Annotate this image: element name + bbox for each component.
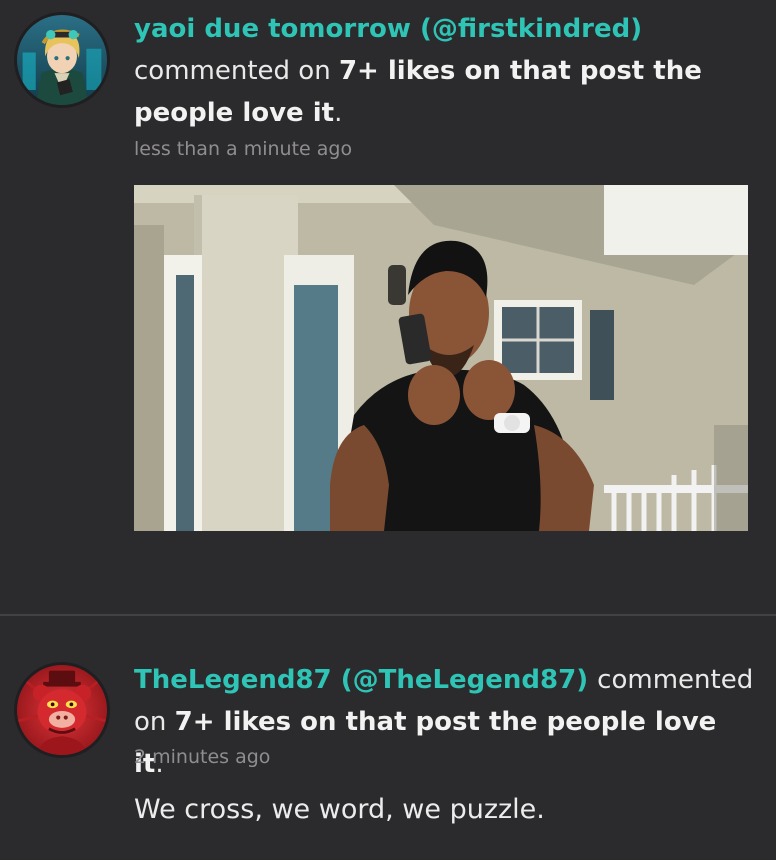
activity-description: yaoi due tomorrow (@firstkindred) commen… bbox=[134, 8, 754, 134]
username-link[interactable]: TheLegend87 (@TheLegend87) bbox=[134, 665, 597, 695]
activity-action: commented on bbox=[134, 56, 331, 86]
activity-timestamp[interactable]: 2 minutes ago bbox=[134, 746, 270, 768]
user-handle: (@firstkindred) bbox=[419, 14, 643, 44]
user-avatar-thelegend87[interactable] bbox=[14, 662, 110, 758]
red-bear-avatar-icon bbox=[17, 665, 107, 755]
gif-image bbox=[134, 185, 748, 531]
post-title-link[interactable]: 7+ likes on that post the people love it bbox=[134, 707, 716, 779]
display-name: TheLegend87 bbox=[134, 665, 332, 695]
username-link[interactable]: yaoi due tomorrow (@firstkindred) bbox=[134, 14, 642, 44]
feed-item-comment-1: yaoi due tomorrow (@firstkindred) commen… bbox=[0, 0, 776, 614]
user-avatar-firstkindred[interactable] bbox=[14, 12, 110, 108]
display-name: yaoi due tomorrow bbox=[134, 14, 411, 44]
comment-body: We cross, we word, we puzzle. bbox=[134, 794, 545, 825]
feed-item-comment-2: TheLegend87 (@TheLegend87) commented on … bbox=[0, 616, 776, 860]
activity-timestamp[interactable]: less than a minute ago bbox=[134, 138, 352, 160]
anime-character-avatar-icon bbox=[17, 15, 107, 105]
comment-gif[interactable] bbox=[134, 185, 748, 531]
user-handle: (@TheLegend87) bbox=[340, 665, 589, 695]
sentence-period: . bbox=[334, 98, 343, 128]
